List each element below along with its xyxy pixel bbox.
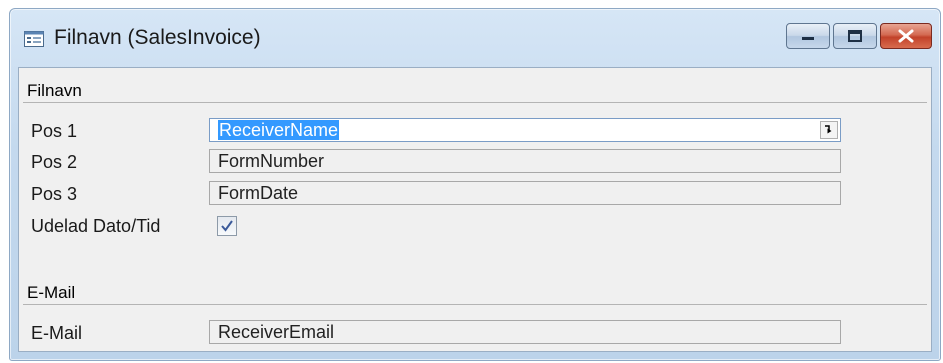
pos1-label: Pos 1 [31,121,78,141]
exclude-datetime-label: Udelad Dato/Tid [31,216,161,236]
check-icon [221,220,233,232]
pos2-label: Pos 2 [31,152,78,172]
caption-buttons [786,23,932,51]
section-header-filnavn: Filnavn [23,80,927,103]
maximize-icon [848,30,862,42]
pos1-value: ReceiverName [218,120,340,140]
email-input[interactable]: ReceiverEmail [209,320,841,344]
pos1-input[interactable]: ReceiverName [209,118,841,142]
pos2-input[interactable]: FormNumber [209,149,841,173]
close-button[interactable] [880,23,932,49]
email-label: E-Mail [31,323,83,343]
close-icon [898,29,914,43]
maximize-button[interactable] [833,23,877,49]
dialog-window: Filnavn (SalesInvoice) Filnavn Pos 1 Rec… [9,8,941,361]
pos3-input[interactable]: FormDate [209,181,841,205]
form-icon [24,31,44,47]
section-header-email: E-Mail [23,282,927,305]
title-bar[interactable]: Filnavn (SalesInvoice) [10,9,940,67]
pos3-label: Pos 3 [31,184,78,204]
exclude-datetime-checkbox[interactable] [217,216,237,236]
window-title: Filnavn (SalesInvoice) [54,26,261,49]
lookup-arrow-icon [825,125,832,134]
lookup-button[interactable] [820,121,838,139]
form-body: Filnavn Pos 1 ReceiverName Pos 2 FormNum… [18,67,932,352]
minimize-button[interactable] [786,23,830,49]
minimize-icon [802,37,814,40]
